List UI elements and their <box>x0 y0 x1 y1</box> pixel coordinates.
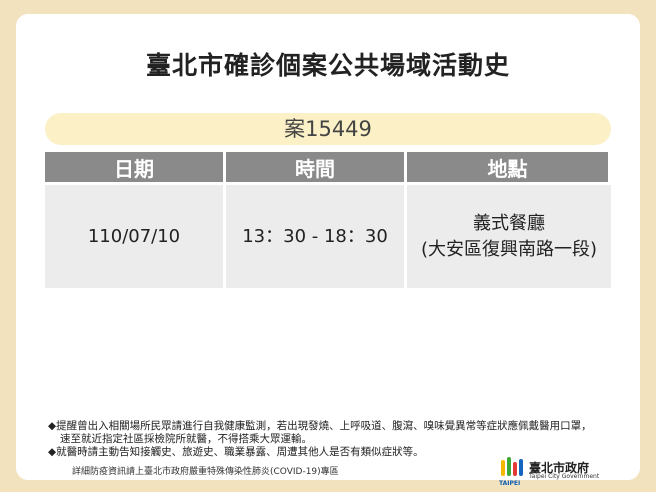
header-place: 地點 <box>407 152 611 182</box>
header-date: 日期 <box>45 152 226 182</box>
taipei-logo: TAIPEI 臺北市政府 Taipei City Government <box>499 456 629 487</box>
logo-name-en: Taipei City Government <box>529 473 600 480</box>
header-time: 時間 <box>226 152 407 182</box>
notes: ◆提醒曾出入相關場所民眾請進行自我健康監測，若出現發燒、上呼吸道、腹瀉、嗅味覺異… <box>48 420 608 459</box>
place-name: 義式餐廳 <box>473 212 545 234</box>
cell-time: 13：30 - 18：30 <box>226 182 407 288</box>
note-line-2: 速至就近指定社區採檢院所就醫，不得搭乘大眾運輸。 <box>60 433 312 445</box>
place-detail: (大安區復興南路一段) <box>420 238 598 260</box>
note-line-1: ◆提醒曾出入相關場所民眾請進行自我健康監測，若出現發燒、上呼吸道、腹瀉、嗅味覺異… <box>48 420 592 432</box>
logo-mark-text: TAIPEI <box>499 480 521 487</box>
case-number-bar: 案15449 <box>45 113 611 145</box>
cell-place: 義式餐廳 (大安區復興南路一段) <box>407 182 611 288</box>
activity-table: 日期 時間 地點 110/07/10 13：30 - 18：30 義式餐廳 (大… <box>45 152 611 288</box>
cell-date: 110/07/10 <box>45 182 226 288</box>
page-title: 臺北市確診個案公共場域活動史 <box>145 51 510 80</box>
time-value: 13：30 - 18：30 <box>242 225 388 247</box>
footer-note: 詳細防疫資訊請上臺北市政府嚴重特殊傳染性肺炎(COVID-19)專區 <box>72 467 339 477</box>
taipei-logo-icon <box>501 457 523 476</box>
date-value: 110/07/10 <box>87 225 181 247</box>
